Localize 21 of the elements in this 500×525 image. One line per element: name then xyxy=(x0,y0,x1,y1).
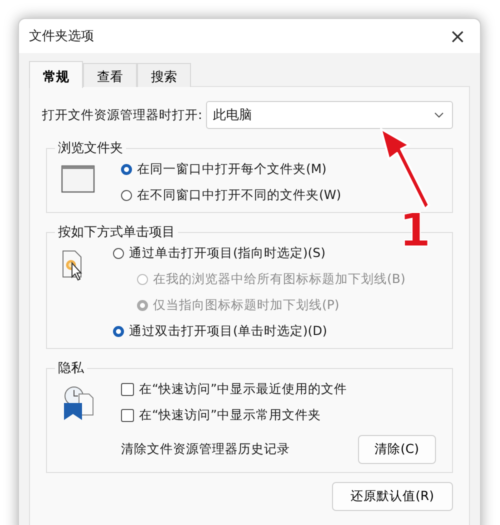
radio-option[interactable]: 通过双击打开项目(单击时选定)(D) xyxy=(113,323,442,340)
privacy-icon xyxy=(61,385,95,421)
tab[interactable]: 查看 xyxy=(83,63,137,87)
checkbox-option[interactable]: 在“快速访问”中显示常用文件夹 xyxy=(121,407,442,424)
restore-defaults-button[interactable]: 还原默认值(R) xyxy=(332,482,453,511)
group-title: 浏览文件夹 xyxy=(57,140,124,157)
tab[interactable]: 搜索 xyxy=(137,63,191,87)
radio-option[interactable]: 在同一窗口中打开每个文件夹(M) xyxy=(121,161,442,178)
tab[interactable]: 常规 xyxy=(29,61,83,88)
group-title: 按如下方式单击项目 xyxy=(57,224,176,241)
window-title: 文件夹选项 xyxy=(29,28,94,45)
open-in-label: 打开文件资源管理器时打开: xyxy=(42,106,202,124)
radio-option[interactable]: 在不同窗口中打开不同的文件夹(W) xyxy=(121,187,442,204)
close-button[interactable]: × xyxy=(443,24,472,48)
checkbox-option[interactable]: 在“快速访问”中显示最近使用的文件 xyxy=(121,381,442,398)
open-in-dropdown[interactable]: 此电脑 xyxy=(206,101,453,129)
group-title: 隐私 xyxy=(57,360,85,377)
clear-button[interactable]: 清除(C) xyxy=(358,435,436,464)
window-icon xyxy=(61,165,95,193)
chevron-icon xyxy=(434,112,444,118)
clear-history-label: 清除文件资源管理器历史记录 xyxy=(121,441,290,458)
